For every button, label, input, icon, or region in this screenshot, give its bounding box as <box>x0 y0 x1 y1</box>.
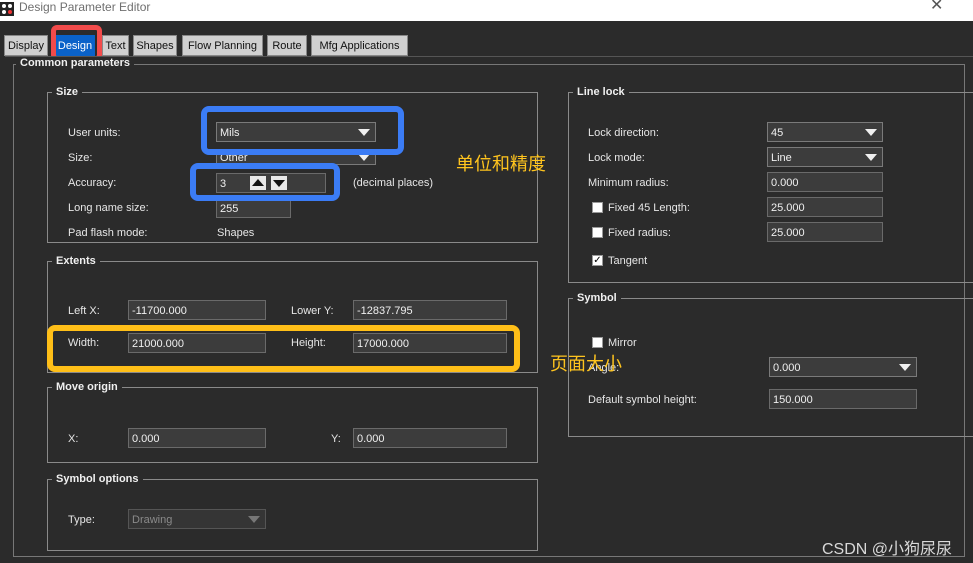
long-name-input[interactable]: 255 <box>216 198 291 218</box>
tangent-checkbox[interactable]: ✓ <box>592 255 603 266</box>
symbol-options-group <box>47 479 538 551</box>
lock-mode-select[interactable]: Line <box>767 147 883 167</box>
fixed-radius-input[interactable]: 25.000 <box>767 222 883 242</box>
common-parameters-title: Common parameters <box>16 57 135 69</box>
window-title: Design Parameter Editor <box>19 0 151 14</box>
left-x-label: Left X: <box>68 305 100 317</box>
app-icon <box>0 2 14 16</box>
tangent-label: Tangent <box>608 255 648 267</box>
line-lock-group-title: Line lock <box>573 86 629 98</box>
checkmark-icon: ✓ <box>593 255 602 266</box>
tab-flow-planning[interactable]: Flow Planning <box>182 35 263 56</box>
chevron-down-icon <box>865 129 877 136</box>
size-group-title: Size <box>52 86 83 98</box>
origin-x-label: X: <box>68 433 79 445</box>
lower-y-input[interactable]: -12837.795 <box>353 300 507 320</box>
lock-direction-label: Lock direction: <box>588 127 659 139</box>
page-size-highlight <box>47 325 520 372</box>
fixed45-input[interactable]: 25.000 <box>767 197 883 217</box>
mirror-label: Mirror <box>608 337 637 349</box>
type-select[interactable]: Drawing <box>128 509 266 529</box>
close-icon[interactable]: ✕ <box>930 0 943 15</box>
pad-flash-label: Pad flash mode: <box>68 227 148 239</box>
accuracy-highlight <box>190 163 340 201</box>
extents-group-title: Extents <box>52 255 100 267</box>
chevron-down-icon <box>248 516 260 523</box>
units-precision-note: 单位和精度 <box>456 154 546 174</box>
origin-x-input[interactable]: 0.000 <box>128 428 266 448</box>
mirror-checkbox[interactable] <box>592 337 603 348</box>
move-origin-group <box>47 387 538 463</box>
units-highlight <box>201 106 404 155</box>
title-bar: Design Parameter Editor ✕ <box>0 0 973 21</box>
fixed45-checkbox[interactable] <box>592 202 603 213</box>
long-name-label: Long name size: <box>68 202 149 214</box>
origin-y-label: Y: <box>331 433 341 445</box>
tab-route[interactable]: Route <box>267 35 307 56</box>
symbol-options-group-title: Symbol options <box>52 473 143 485</box>
angle-value: 0.000 <box>773 362 801 374</box>
chevron-down-icon <box>865 154 877 161</box>
symbol-group-title: Symbol <box>573 292 621 304</box>
tab-mfg-applications[interactable]: Mfg Applications <box>311 35 408 56</box>
lock-mode-label: Lock mode: <box>588 152 645 164</box>
lock-direction-select[interactable]: 45 <box>767 122 883 142</box>
accuracy-label: Accuracy: <box>68 177 117 189</box>
size-label: Size: <box>68 152 93 164</box>
min-radius-label: Minimum radius: <box>588 177 669 189</box>
watermark: CSDN @小狗尿尿 <box>822 541 953 558</box>
default-height-input[interactable]: 150.000 <box>769 389 917 409</box>
lock-direction-value: 45 <box>771 127 784 139</box>
angle-select[interactable]: 0.000 <box>769 357 917 377</box>
lock-mode-value: Line <box>771 152 792 164</box>
left-x-input[interactable]: -11700.000 <box>128 300 266 320</box>
user-units-label: User units: <box>68 127 121 139</box>
page-size-note: 页面大小 <box>550 354 622 374</box>
fixed-radius-checkbox[interactable] <box>592 227 603 238</box>
origin-y-input[interactable]: 0.000 <box>353 428 507 448</box>
tab-shapes[interactable]: Shapes <box>133 35 177 56</box>
move-origin-group-title: Move origin <box>52 381 122 393</box>
type-label: Type: <box>68 514 95 526</box>
pad-flash-value: Shapes <box>217 227 255 239</box>
tab-display[interactable]: Display <box>4 35 48 56</box>
chevron-down-icon <box>899 364 911 371</box>
lower-y-label: Lower Y: <box>291 305 334 317</box>
tab-text[interactable]: Text <box>102 35 129 56</box>
type-value: Drawing <box>132 514 173 526</box>
min-radius-input[interactable]: 0.000 <box>767 172 883 192</box>
fixed-radius-label: Fixed radius: <box>608 227 671 239</box>
chevron-down-icon <box>358 154 370 161</box>
fixed45-label: Fixed 45 Length: <box>608 202 690 214</box>
default-height-label: Default symbol height: <box>588 394 697 406</box>
accuracy-suffix: (decimal places) <box>353 177 434 189</box>
